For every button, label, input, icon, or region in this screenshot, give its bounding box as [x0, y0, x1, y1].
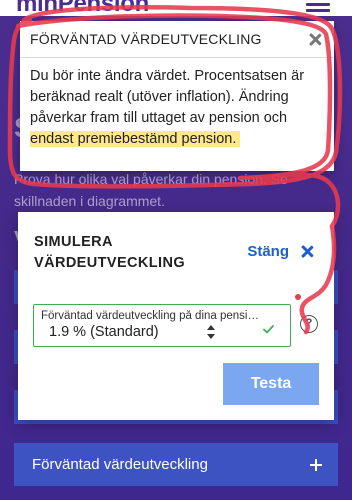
field-label: Förväntad värdeutveckling på dina pensi…	[41, 310, 259, 322]
close-icon	[301, 245, 314, 258]
close-button[interactable]: Stäng	[247, 243, 314, 260]
help-icon[interactable]: ?	[300, 315, 318, 333]
hamburger-menu-icon[interactable]	[306, 0, 330, 14]
simulation-title: SIMULERA VÄRDEUTVECKLING	[34, 234, 186, 271]
select-arrows-icon	[207, 325, 215, 339]
tooltip-text-highlight: endast premiebestämd pension.	[30, 131, 241, 147]
accordion-label: Förväntad värdeutveckling	[32, 456, 208, 473]
minpension-logo[interactable]: minPension	[16, 0, 149, 16]
page-intro-text: Prova hur olika val påverkar din pension…	[14, 171, 288, 209]
tooltip-text: Du bör inte ändra värdet. Procentsatsen …	[20, 58, 334, 150]
accordion-expected-growth[interactable]: Förväntad värdeutveckling	[14, 443, 338, 486]
field-value: 1.9 % (Standard)	[49, 324, 159, 340]
plus-icon	[310, 458, 322, 471]
checkmark-icon	[263, 325, 274, 334]
tooltip-header: FÖRVÄNTAD VÄRDEUTVECKLING	[20, 21, 334, 58]
test-button[interactable]: Testa	[223, 363, 319, 405]
top-bar: minPension	[0, 0, 352, 16]
close-button-label: Stäng	[247, 243, 289, 260]
tooltip-text-body: Du bör inte ändra värdet. Procentsatsen …	[30, 68, 305, 126]
tooltip-title: FÖRVÄNTAD VÄRDEUTVECKLING	[30, 31, 262, 47]
info-tooltip: FÖRVÄNTAD VÄRDEUTVECKLING Du bör inte än…	[20, 21, 334, 171]
expected-growth-select[interactable]: Förväntad värdeutveckling på dina pensi……	[33, 304, 291, 347]
notification-dot	[295, 294, 301, 300]
simulation-panel: SIMULERA VÄRDEUTVECKLING Stäng Förväntad…	[18, 212, 334, 420]
close-icon[interactable]	[309, 33, 322, 46]
